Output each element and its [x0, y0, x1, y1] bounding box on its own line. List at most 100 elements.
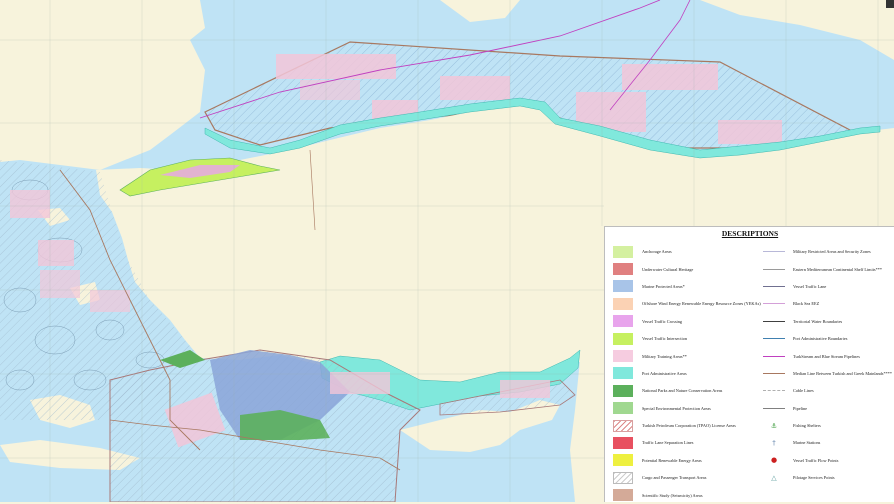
- legend-label: Port Administrative Boundaries: [793, 336, 848, 342]
- legend-label: Vessel Traffic Intersection: [642, 336, 688, 342]
- legend-label: Military Restricted Areas and Security Z…: [793, 249, 871, 255]
- legend-item-marine-stations: † Marine Stations: [763, 434, 893, 451]
- legend-label: Scientific Study (Seismicity) Areas: [642, 492, 703, 498]
- flow-point-icon: ●: [770, 456, 778, 465]
- training-area-1: [276, 54, 396, 79]
- legend-swatch: [613, 436, 633, 449]
- corner-marker: [886, 0, 894, 8]
- legend-item-marine-protected-areas: Marine Protected Areas*: [613, 278, 763, 295]
- legend-item-national-parks-and-nature-conservation-areas: National Parks and Nature Conservation A…: [613, 382, 763, 399]
- legend-item-median-line-between-turkish-and-greek-mainlands: Median Line Between Turkish and Greek Ma…: [763, 365, 893, 382]
- map-legend: DESCRIPTIONS Anchorage Areas Underwater C…: [604, 226, 894, 502]
- legend-line: [763, 303, 785, 305]
- legend-swatch: [613, 489, 633, 502]
- legend-swatch: [613, 315, 633, 328]
- legend-item-underwater-cultural-heritage: Underwater Cultural Heritage: [613, 260, 763, 277]
- training-area-2: [440, 76, 510, 100]
- med-training-2: [330, 372, 390, 394]
- legend-item-scientific-study-seismicity-areas: Scientific Study (Seismicity) Areas: [613, 486, 763, 503]
- legend-swatch: [613, 402, 633, 415]
- legend-label: Turkish Petroleum Corporation (TPAO) Lic…: [642, 423, 736, 429]
- legend-label: Vessel Traffic Crossing: [642, 318, 683, 324]
- legend-label: Military Training Areas**: [642, 353, 687, 359]
- legend-item-military-training-areas: Military Training Areas**: [613, 347, 763, 364]
- legend-item-military-restricted-areas-and-security-zones: Military Restricted Areas and Security Z…: [763, 243, 893, 260]
- legend-item-turkstream-and-blue-stream-pipelines: TurkStream and Blue Stream Pipelines: [763, 347, 893, 364]
- legend-line: [763, 355, 785, 357]
- legend-item-turkish-petroleum-corporation-tpao-license-areas: Turkish Petroleum Corporation (TPAO) Lic…: [613, 417, 763, 434]
- legend-label: Special Environmental Protection Areas: [642, 405, 711, 411]
- legend-item-port-administrative-areas: Port Administrative Areas: [613, 365, 763, 382]
- legend-swatch: [613, 263, 633, 276]
- legend-label: Marine Stations: [793, 440, 821, 446]
- legend-item-fishing-shelters: ⚓ Fishing Shelters: [763, 417, 893, 434]
- legend-line: [763, 285, 785, 287]
- pilotage-icon: △: [771, 473, 777, 482]
- legend-line: [763, 320, 785, 322]
- legend-item-vessel-traffic-crossing: Vessel Traffic Crossing: [613, 313, 763, 330]
- legend-line: [763, 390, 785, 392]
- legend-swatch: [613, 332, 633, 345]
- legend-swatch: [613, 471, 633, 484]
- legend-item-cargo-and-passenger-transport-areas: Cargo and Passenger Transport Areas: [613, 469, 763, 486]
- legend-swatch: [613, 297, 633, 310]
- legend-item-port-administrative-boundaries: Port Administrative Boundaries: [763, 330, 893, 347]
- aegean-training-4: [90, 290, 130, 312]
- legend-label: Territorial Water Boundaries: [793, 318, 843, 324]
- legend-label: Vessel Traffic Flow Points: [793, 457, 839, 463]
- legend-label: Anchorage Areas: [642, 249, 672, 255]
- legend-swatch: [613, 280, 633, 293]
- training-area-5: [718, 120, 782, 144]
- legend-item-special-environmental-protection-areas: Special Environmental Protection Areas: [613, 400, 763, 417]
- legend-swatch: [613, 367, 633, 380]
- aegean-training-1: [10, 190, 50, 218]
- legend-label: Fishing Shelters: [793, 423, 821, 429]
- legend-item-vessel-traffic-lane: Vessel Traffic Lane: [763, 278, 893, 295]
- legend-item-cable-lines: Cable Lines: [763, 382, 893, 399]
- legend-line: [763, 407, 785, 409]
- marine-station-icon: †: [772, 438, 776, 447]
- legend-item-offshore-wind-energy-renewable-energy-resource-zones-yekas: Offshore Wind Energy Renewable Energy Re…: [613, 295, 763, 312]
- aegean-training-2: [38, 240, 74, 266]
- legend-right-column: Military Restricted Areas and Security Z…: [763, 243, 893, 486]
- legend-item-pipeline: Pipeline: [763, 400, 893, 417]
- legend-item-black-sea-eez: Black Sea EEZ: [763, 295, 893, 312]
- legend-label: Pipeline: [793, 405, 808, 411]
- legend-swatch: [613, 350, 633, 363]
- training-area-7: [300, 80, 360, 100]
- legend-swatch: [613, 245, 633, 258]
- legend-swatch: [613, 454, 633, 467]
- legend-item-vessel-traffic-intersection: Vessel Traffic Intersection: [613, 330, 763, 347]
- legend-label: Median Line Between Turkish and Greek Ma…: [793, 370, 893, 376]
- legend-label: Cable Lines: [793, 388, 814, 394]
- legend-item-eastern-mediterranean-continental-shelf-limits: Eastern Mediterranean Continental Shelf …: [763, 260, 893, 277]
- legend-item-vessel-traffic-flow-points: ● Vessel Traffic Flow Points: [763, 452, 893, 469]
- aegean-training-3: [40, 270, 80, 298]
- fishing-shelter-icon: ⚓: [770, 421, 778, 430]
- legend-swatch: [613, 419, 633, 432]
- legend-item-territorial-water-boundaries: Territorial Water Boundaries: [763, 313, 893, 330]
- med-training-3: [500, 380, 550, 398]
- legend-left-column: Anchorage Areas Underwater Cultural Herit…: [613, 243, 763, 504]
- legend-label: Pilotage Services Points: [793, 475, 835, 481]
- legend-item-pilotage-services-points: △ Pilotage Services Points: [763, 469, 893, 486]
- legend-swatch: [613, 384, 633, 397]
- legend-item-anchorage-areas: Anchorage Areas: [613, 243, 763, 260]
- legend-label: National Parks and Nature Conservation A…: [642, 388, 723, 394]
- legend-label: TurkStream and Blue Stream Pipelines: [793, 353, 860, 359]
- legend-line: [763, 338, 785, 340]
- legend-label: Cargo and Passenger Transport Areas: [642, 475, 707, 481]
- legend-label: Black Sea EEZ: [793, 301, 820, 307]
- legend-line: [763, 268, 785, 270]
- legend-label: Underwater Cultural Heritage: [642, 266, 694, 272]
- legend-label: Traffic Lane Separation Lines: [642, 440, 694, 446]
- legend-title: DESCRIPTIONS: [721, 229, 779, 238]
- north-coast-land: [0, 0, 205, 40]
- legend-label: Marine Protected Areas*: [642, 283, 685, 289]
- legend-line: [763, 372, 785, 374]
- legend-label: Port Administrative Areas: [642, 370, 687, 376]
- legend-item-traffic-lane-separation-lines: Traffic Lane Separation Lines: [613, 434, 763, 451]
- legend-label: Vessel Traffic Lane: [793, 283, 827, 289]
- legend-line: [763, 251, 785, 253]
- legend-label: Offshore Wind Energy Renewable Energy Re…: [642, 301, 761, 307]
